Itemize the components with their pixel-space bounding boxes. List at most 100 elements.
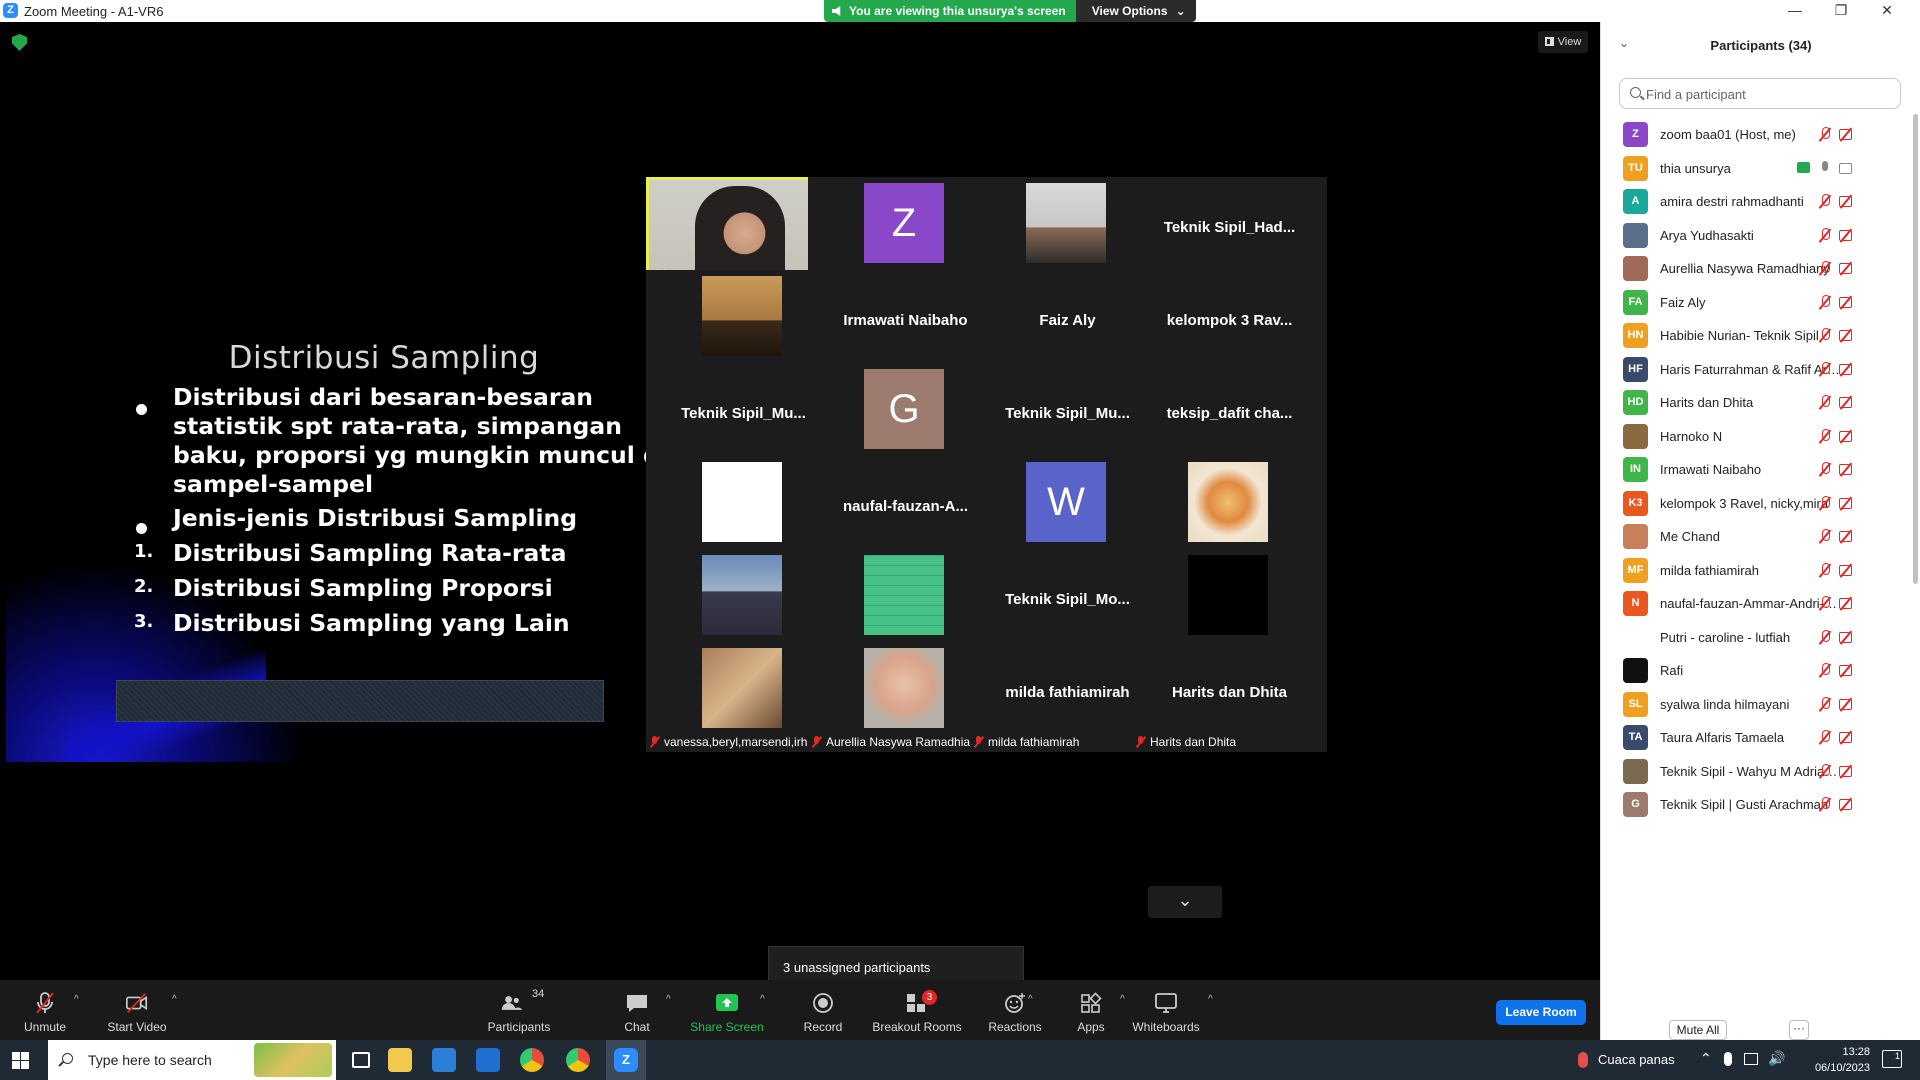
record-button[interactable]: Record xyxy=(778,980,868,1040)
slide-bullet1-line: Distribusi dari besaran-besaran xyxy=(173,383,594,411)
breakout-rooms-button[interactable]: 3 Breakout Rooms xyxy=(862,980,972,1040)
whiteboards-options-caret[interactable]: ^ xyxy=(1208,994,1213,1005)
mic-muted-icon xyxy=(1819,562,1831,578)
chrome-profile-icon[interactable] xyxy=(566,1048,590,1072)
participant-avatar: IN xyxy=(1623,457,1648,482)
video-off-icon xyxy=(1839,229,1855,241)
notification-count: 1 xyxy=(1894,1051,1900,1061)
participant-avatar: K3 xyxy=(1623,490,1648,516)
participant-avatar: TA xyxy=(1623,725,1648,750)
mic-icon xyxy=(1819,160,1831,176)
start-video-button[interactable]: ^ Start Video xyxy=(92,980,182,1040)
participant-avatar: A xyxy=(1623,189,1648,214)
participant-avatar: G xyxy=(1623,792,1648,817)
participant-name: Arya Yudhasakti xyxy=(1660,227,1754,243)
video-off-icon xyxy=(1839,765,1855,777)
participant-name: Habibie Nurian- Teknik Sipil xyxy=(1660,328,1819,343)
participant-avatar xyxy=(1623,524,1648,549)
whiteboards-button[interactable]: ^ Whiteboards xyxy=(1116,980,1216,1040)
chrome-icon[interactable] xyxy=(520,1048,544,1072)
participant-avatar xyxy=(702,555,782,635)
mail-icon[interactable] xyxy=(476,1048,500,1072)
microsoft-store-icon[interactable] xyxy=(432,1048,456,1072)
chat-icon xyxy=(627,995,647,1012)
slide-footer-box xyxy=(116,680,604,722)
reactions-icon xyxy=(1005,993,1025,1013)
participant-name: Rafi xyxy=(1660,663,1684,678)
participant-name: Me Chand xyxy=(1660,529,1720,544)
video-off-icon xyxy=(1839,463,1855,475)
participant-avatar: MF xyxy=(1623,557,1648,583)
slide-numbered-item: Distribusi Sampling Proporsi xyxy=(173,574,553,602)
participant-name: Teknik Sipil - Wahyu M Adrians... xyxy=(1660,763,1840,779)
notification-center-icon[interactable]: 1 xyxy=(1882,1050,1902,1068)
participant-search-input[interactable] xyxy=(1646,85,1896,103)
share-options-caret[interactable]: ^ xyxy=(760,994,765,1005)
tray-mic-icon[interactable] xyxy=(1724,1052,1732,1066)
tray-chevron-up-icon[interactable]: ⌃ xyxy=(1700,1050,1712,1067)
participant-list-scrollbar[interactable] xyxy=(1913,114,1918,584)
close-button[interactable]: ✕ xyxy=(1864,0,1910,22)
video-options-caret[interactable]: ^ xyxy=(172,994,177,1005)
participants-count: 34 xyxy=(532,988,545,1000)
breakout-rooms-badge: 3 xyxy=(922,990,937,1005)
video-off-icon xyxy=(1839,195,1855,207)
participant-row[interactable]: G Teknik Sipil | Gusti Arachman xyxy=(1601,784,1911,825)
participant-name-text: Harits dan Dhita xyxy=(1150,735,1237,749)
video-off-icon xyxy=(1839,329,1855,341)
participant-avatar: G xyxy=(864,369,944,449)
participant-avatar xyxy=(1623,256,1648,281)
video-tile[interactable]: Harits dan Dhita Harits dan Dhita xyxy=(1132,642,1327,752)
chat-button[interactable]: ^ Chat xyxy=(592,980,682,1040)
slide-numbered-item: Distribusi Sampling Rata-rata xyxy=(173,539,567,567)
whiteboards-label: Whiteboards xyxy=(1132,1020,1200,1034)
participant-display-name: kelompok 3 Rav... xyxy=(1166,312,1293,329)
zoom-taskbar-active[interactable]: Z xyxy=(606,1040,646,1080)
maximize-button[interactable]: ❐ xyxy=(1818,0,1864,22)
minimize-button[interactable]: — xyxy=(1772,0,1818,22)
mic-off-icon xyxy=(36,992,54,1014)
taskbar-search-box[interactable]: Type here to search xyxy=(48,1040,336,1080)
unmute-options-caret[interactable]: ^ xyxy=(74,994,79,1005)
gallery-next-page-button[interactable]: ⌄ xyxy=(1148,886,1222,918)
tray-network-icon[interactable] xyxy=(1744,1053,1758,1065)
security-shield-icon[interactable] xyxy=(12,34,27,51)
slide-number: 3. xyxy=(134,611,154,632)
chat-options-caret[interactable]: ^ xyxy=(666,994,671,1005)
taskbar-search-icon xyxy=(62,1053,73,1064)
file-explorer-icon[interactable] xyxy=(388,1048,412,1072)
apps-icon xyxy=(1081,992,1102,1013)
view-button[interactable]: View xyxy=(1538,31,1588,53)
slide-bullet1-line: statistik spt rata-rata, simpangan xyxy=(173,412,622,440)
participant-avatar xyxy=(1188,555,1268,635)
video-off-icon xyxy=(126,993,148,1013)
video-off-icon xyxy=(1839,296,1855,308)
share-screen-button[interactable]: ^ Share Screen xyxy=(682,980,772,1040)
participant-avatar xyxy=(702,276,782,356)
share-screen-icon xyxy=(716,994,738,1011)
view-options-button[interactable]: View Options ⌄ xyxy=(1075,0,1196,22)
more-options-button[interactable]: ··· xyxy=(1789,1020,1809,1040)
mic-muted-icon xyxy=(1819,797,1831,812)
participant-avatar xyxy=(702,648,782,728)
participant-list: Zzoom baa01 (Host, me) TU thia unsurya Aami… xyxy=(1601,114,1911,984)
participant-avatar xyxy=(1623,758,1648,784)
unmute-button[interactable]: ^ Unmute xyxy=(0,980,90,1040)
reactions-options-caret[interactable]: ^ xyxy=(1028,994,1033,1005)
task-view-icon[interactable] xyxy=(352,1052,370,1068)
mute-all-button[interactable]: Mute All xyxy=(1669,1020,1727,1040)
windows-start-icon[interactable] xyxy=(12,1052,29,1069)
participant-avatar: N xyxy=(1623,591,1648,616)
screen-sharing-icon xyxy=(1797,161,1810,173)
slide-numbered-item: Distribusi Sampling yang Lain xyxy=(173,609,570,637)
weather-text[interactable]: Cuaca panas xyxy=(1598,1052,1675,1067)
tray-volume-icon[interactable]: 🔊 xyxy=(1768,1050,1785,1067)
participants-button[interactable]: 34 Participants xyxy=(474,980,564,1040)
leave-room-button[interactable]: Leave Room xyxy=(1496,1000,1586,1025)
window-title: Zoom Meeting - A1-VR6 xyxy=(24,4,164,19)
participants-icon xyxy=(501,996,523,1010)
taskbar-clock[interactable]: 13:28 06/10/2023 xyxy=(1808,1044,1870,1076)
video-off-icon xyxy=(1839,363,1855,375)
participant-search[interactable] xyxy=(1619,78,1901,109)
mic-muted-icon xyxy=(1819,294,1831,310)
